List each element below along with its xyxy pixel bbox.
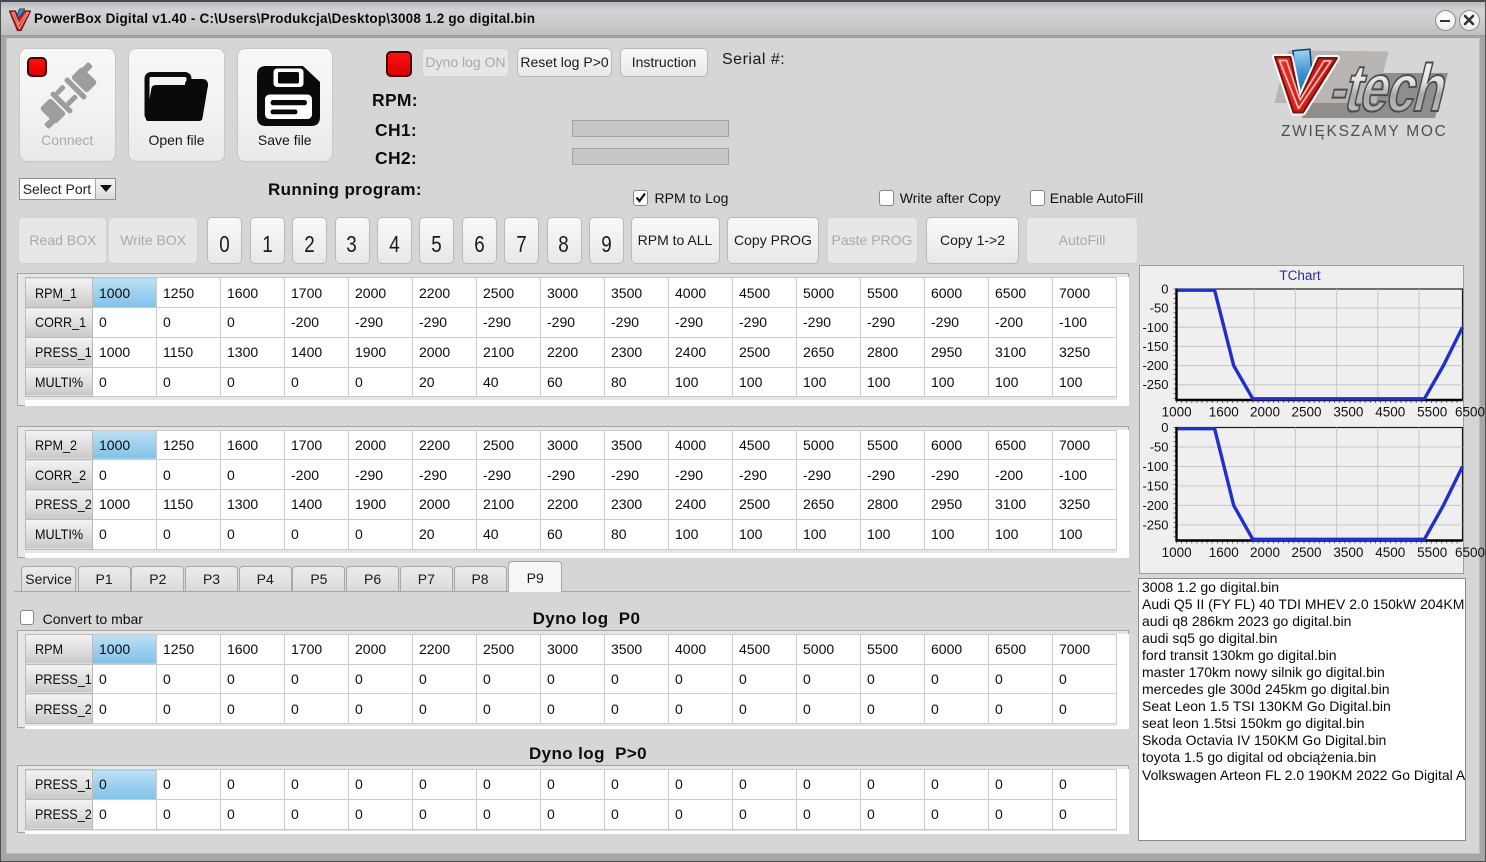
svg-text:-200: -200	[1142, 498, 1168, 513]
svg-text:-150: -150	[1142, 339, 1168, 354]
svg-text:-100: -100	[1142, 320, 1168, 335]
svg-text:-tech: -tech	[1323, 50, 1454, 125]
svg-text:6500: 6500	[1455, 405, 1485, 420]
svg-text:TChart: TChart	[1279, 268, 1321, 283]
svg-text:3500: 3500	[1333, 405, 1363, 420]
svg-text:-50: -50	[1150, 301, 1169, 316]
svg-text:4500: 4500	[1375, 405, 1405, 420]
svg-text:3500: 3500	[1333, 545, 1363, 560]
svg-text:0: 0	[1161, 420, 1168, 435]
svg-text:5500: 5500	[1417, 545, 1447, 560]
svg-text:-150: -150	[1142, 478, 1168, 493]
svg-text:1600: 1600	[1209, 405, 1239, 420]
svg-text:1600: 1600	[1209, 545, 1239, 560]
svg-text:4500: 4500	[1375, 545, 1405, 560]
svg-text:-200: -200	[1142, 358, 1168, 373]
svg-text:-50: -50	[1150, 440, 1169, 455]
svg-text:2500: 2500	[1291, 545, 1321, 560]
svg-text:5500: 5500	[1417, 405, 1447, 420]
svg-text:0: 0	[1161, 282, 1168, 297]
svg-text:1000: 1000	[1162, 545, 1192, 560]
svg-text:6500: 6500	[1455, 545, 1485, 560]
svg-text:2500: 2500	[1291, 405, 1321, 420]
svg-text:1000: 1000	[1162, 405, 1192, 420]
svg-text:-250: -250	[1142, 377, 1168, 392]
svg-text:-250: -250	[1142, 517, 1168, 532]
svg-text:2000: 2000	[1250, 405, 1280, 420]
svg-text:2000: 2000	[1250, 545, 1280, 560]
svg-text:-100: -100	[1142, 459, 1168, 474]
